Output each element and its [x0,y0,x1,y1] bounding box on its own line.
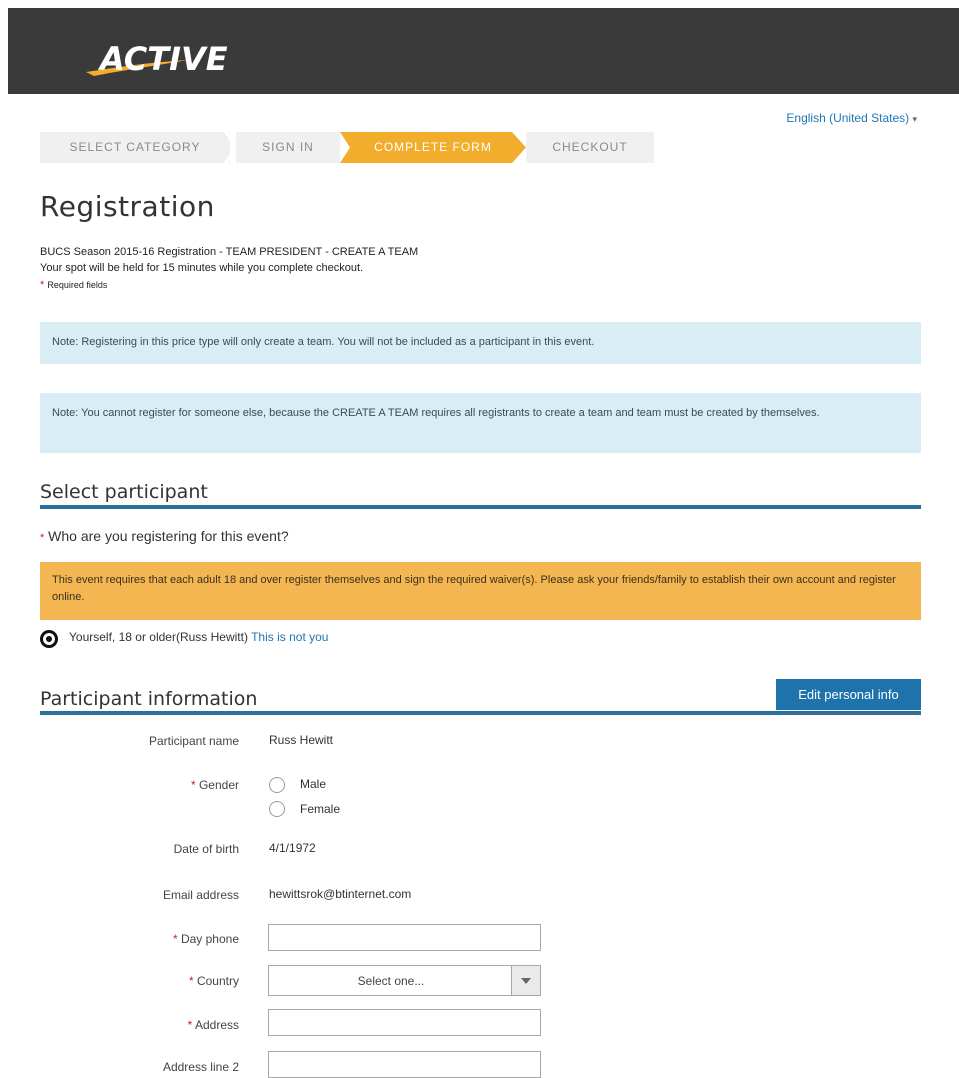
chevron-down-icon: ▾ [912,114,917,124]
step-label: SELECT CATEGORY [69,140,201,154]
email-value: hewittsrok@btinternet.com [269,887,412,901]
page-title: Registration [40,190,215,223]
required-marker: * [40,532,45,544]
required-marker: * [187,1018,193,1032]
gender-label-text: Gender [198,778,239,792]
event-name: BUCS Season 2015-16 Registration - TEAM … [40,246,419,258]
step-select-category: SELECT CATEGORY [40,132,230,163]
day-phone-input[interactable] [268,924,541,951]
participant-name-value: Russ Hewitt [269,733,334,747]
hold-message: Your spot will be held for 15 minutes wh… [40,262,364,274]
required-marker: * [172,932,178,946]
note-create-team: Note: Registering in this price type wil… [40,322,921,364]
not-you-link[interactable]: This is not you [251,630,328,644]
step-label: SIGN IN [262,140,314,154]
country-select-value: Select one... [357,974,425,988]
required-marker: * [40,279,45,291]
participant-name-label: Participant name [148,734,239,748]
email-label: Email address [162,888,239,902]
participant-question: * Who are you registering for this event… [40,528,289,544]
address-label-text: Address [194,1018,239,1032]
address-input[interactable] [268,1009,541,1036]
day-phone-label-text: Day phone [180,932,239,946]
chevron-down-icon[interactable] [511,966,540,995]
required-marker: * [188,974,194,988]
step-complete-form: COMPLETE FORM [346,132,520,163]
section-title-participant-info: Participant information [40,688,258,710]
required-marker: * [190,778,196,792]
radio-gender-male[interactable] [269,777,285,793]
option-label: Yourself, 18 or older(Russ Hewitt) [69,630,248,644]
address-line2-input[interactable] [268,1051,541,1078]
section-divider [40,505,921,509]
step-label: COMPLETE FORM [374,140,492,154]
country-label: * Country [39,974,239,988]
radio-gender-female[interactable] [269,801,285,817]
dob-value: 4/1/1972 [269,841,316,855]
site-header: ACTIVE [8,8,959,94]
step-sign-in: SIGN IN [236,132,340,163]
address-line2-label: Address line 2 [162,1060,239,1074]
question-text: Who are you registering for this event? [48,528,289,544]
section-title-select-participant: Select participant [40,481,208,503]
day-phone-label: * Day phone [39,932,239,946]
step-checkout: CHECKOUT [526,132,654,163]
section-divider [40,711,921,715]
active-logo[interactable]: ACTIVE [84,36,254,82]
gender-label: * Gender [39,778,239,792]
gender-male-label: Male [300,777,327,791]
note-cannot-register-others: Note: You cannot register for someone el… [40,393,921,453]
svg-text:ACTIVE: ACTIVE [97,40,228,78]
edit-personal-info-button[interactable]: Edit personal info [776,679,921,710]
participant-option: Yourself, 18 or older(Russ Hewitt) This … [69,630,328,644]
required-fields-legend: * Required fields [40,277,107,293]
gender-female-label: Female [300,802,341,816]
country-label-text: Country [196,974,239,988]
waiver-warning: This event requires that each adult 18 a… [40,562,921,620]
progress-stepper: SELECT CATEGORY SIGN IN COMPLETE FORM CH… [40,132,660,163]
step-label: CHECKOUT [552,140,628,154]
country-select[interactable]: Select one... [268,965,541,996]
required-fields-text: Required fields [47,280,108,290]
language-selector[interactable]: English (United States) ▾ [786,111,917,125]
radio-yourself[interactable] [40,630,58,648]
address-label: * Address [39,1018,239,1032]
language-label: English (United States) [786,111,910,125]
dob-label: Date of birth [173,842,239,856]
